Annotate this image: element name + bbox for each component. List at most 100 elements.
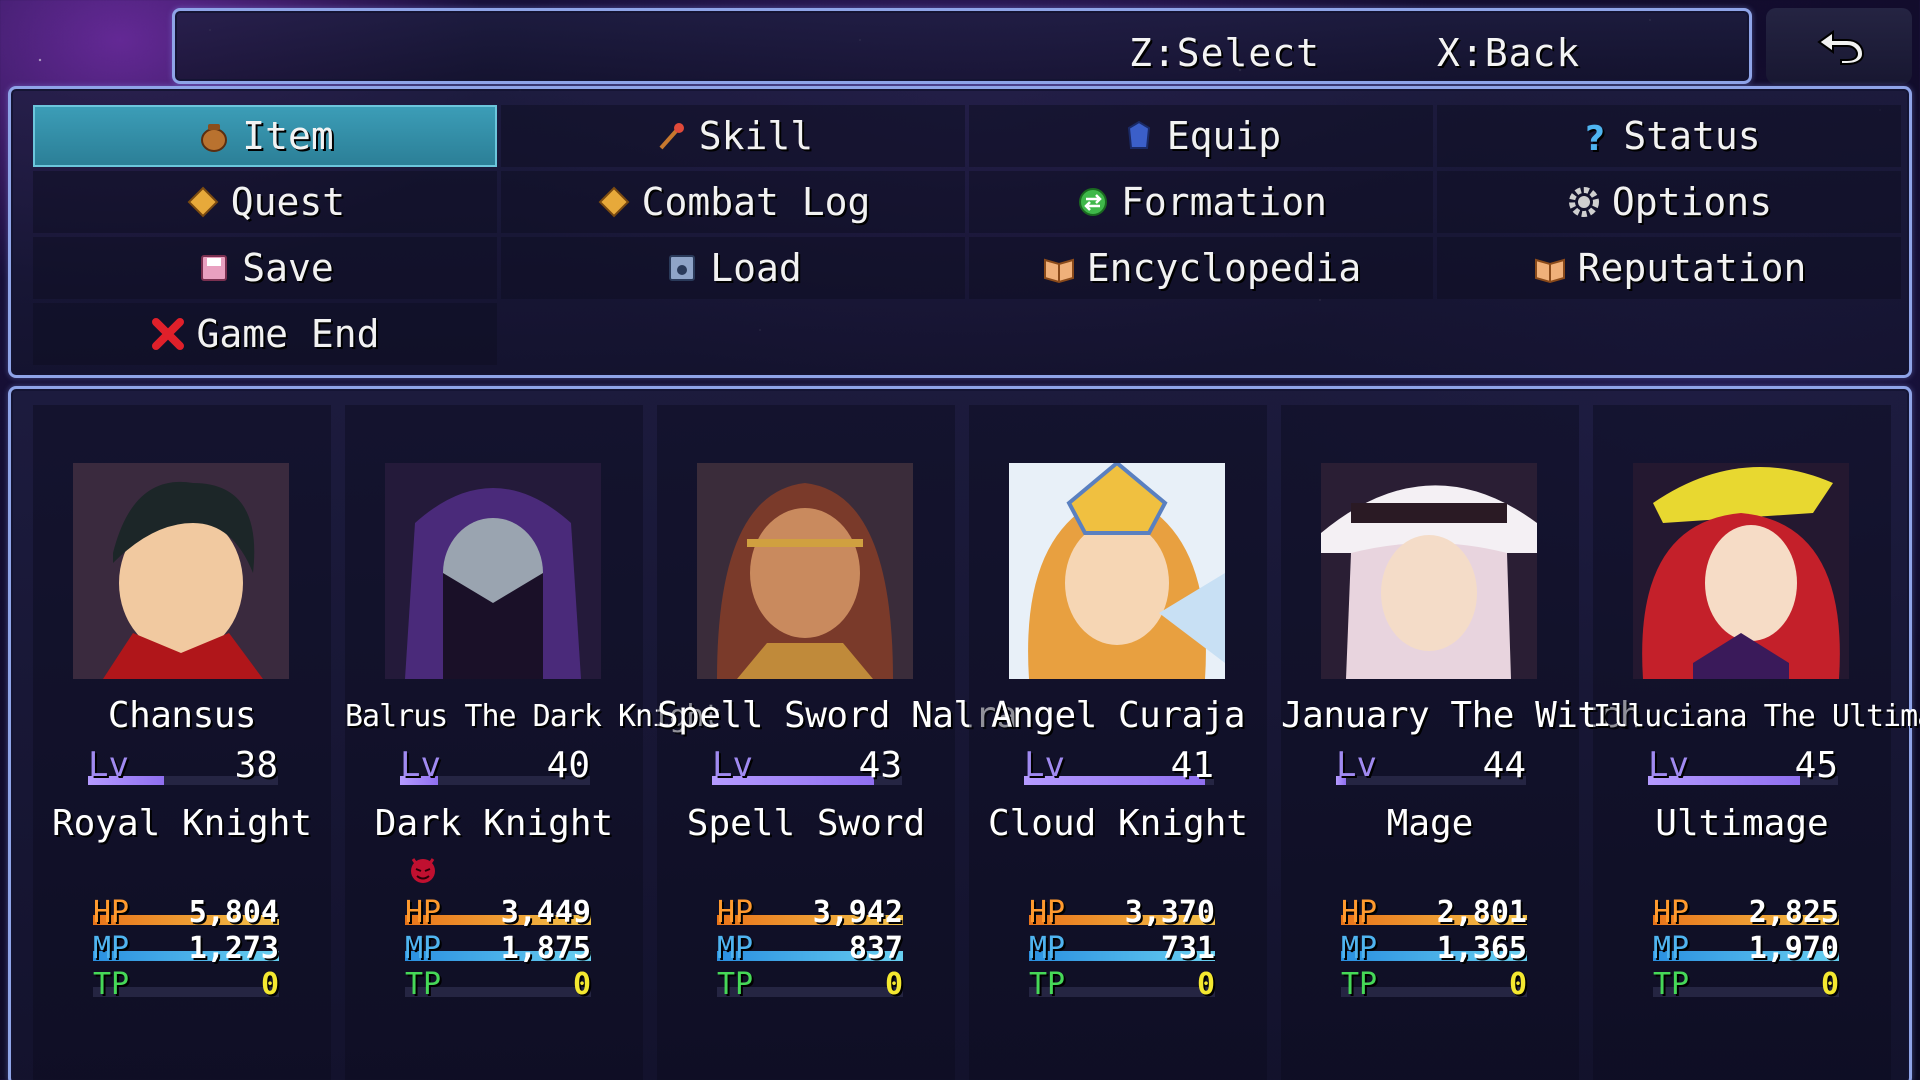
level-value: 43 bbox=[858, 745, 902, 786]
gear-icon bbox=[1568, 187, 1599, 217]
party-member-card[interactable]: January The Witch Lv 44 Mage HP 2,801 MP… bbox=[1281, 405, 1641, 1080]
command-item[interactable]: Item bbox=[33, 105, 497, 167]
tp-gauge: TP 0 bbox=[1341, 967, 1527, 1002]
diamond-icon bbox=[598, 186, 630, 218]
command-label: Options bbox=[1611, 180, 1773, 224]
swap-icon bbox=[1079, 188, 1108, 216]
command-label: Skill bbox=[698, 114, 814, 158]
command-label: Load bbox=[710, 246, 802, 290]
tp-value: 0 bbox=[572, 967, 591, 1002]
command-list: Item Skill Equip? Status Quest Combat Log Form… bbox=[33, 105, 1901, 365]
question-icon: ? bbox=[1585, 119, 1605, 154]
hp-value: 2,801 bbox=[1436, 895, 1527, 930]
character-class: Spell Sword bbox=[686, 803, 926, 844]
command-skill[interactable]: Skill bbox=[501, 105, 965, 167]
character-name: Illuciana The Ultimage bbox=[1593, 699, 1920, 734]
level-value: 38 bbox=[234, 745, 278, 786]
character-portrait bbox=[1633, 463, 1849, 679]
party-member-card[interactable]: Spell Sword Nalra Lv 43 Spell Sword HP 3… bbox=[657, 405, 1017, 1080]
command-label: Item bbox=[242, 114, 334, 158]
tp-label: TP bbox=[93, 967, 130, 1002]
command-label: Encyclopedia bbox=[1086, 246, 1362, 290]
state-icons bbox=[405, 851, 441, 887]
command-label: Equip bbox=[1166, 114, 1282, 158]
hp-value: 3,370 bbox=[1124, 895, 1215, 930]
mp-value: 731 bbox=[1160, 931, 1215, 966]
back-button[interactable] bbox=[1766, 8, 1912, 84]
character-class: Royal Knight bbox=[51, 803, 313, 844]
hp-gauge: HP 3,370 bbox=[1029, 895, 1215, 930]
character-name: January The Witch bbox=[1281, 695, 1641, 736]
mp-gauge: MP 1,365 bbox=[1341, 931, 1527, 966]
tp-label: TP bbox=[1341, 967, 1378, 1002]
pouch-icon bbox=[201, 124, 228, 152]
hp-gauge: HP 3,449 bbox=[405, 895, 591, 930]
command-game-end[interactable]: Game End bbox=[33, 303, 497, 365]
level-value: 44 bbox=[1482, 745, 1526, 786]
mp-value: 1,970 bbox=[1748, 931, 1839, 966]
command-label: Reputation bbox=[1577, 246, 1807, 290]
party-member-card[interactable]: Angel Curaja Lv 41 Cloud Knight HP 3,370… bbox=[969, 405, 1267, 1080]
hp-gauge: HP 2,801 bbox=[1341, 895, 1527, 930]
party-member-card[interactable]: Illuciana The Ultimage Lv 45 Ultimage HP… bbox=[1593, 405, 1920, 1080]
level-row: Lv 43 bbox=[712, 743, 902, 789]
hp-value: 2,825 bbox=[1748, 895, 1839, 930]
mp-gauge: MP 731 bbox=[1029, 931, 1215, 966]
hp-label: HP bbox=[1341, 895, 1378, 930]
tp-label: TP bbox=[1653, 967, 1690, 1002]
tp-value: 0 bbox=[260, 967, 279, 1002]
command-label: Save bbox=[242, 246, 334, 290]
tp-label: TP bbox=[1029, 967, 1066, 1002]
character-class: Cloud Knight bbox=[987, 803, 1249, 844]
mp-label: MP bbox=[1653, 931, 1690, 966]
hp-label: HP bbox=[405, 895, 442, 930]
character-class: Ultimage bbox=[1655, 803, 1829, 844]
party-member-card[interactable]: Balrus The Dark Knight Lv 40 Dark Knight… bbox=[345, 405, 721, 1080]
disk-icon bbox=[669, 255, 696, 281]
command-formation[interactable]: Formation bbox=[969, 171, 1433, 233]
command-label: Combat Log bbox=[641, 180, 871, 224]
level-value: 40 bbox=[546, 745, 590, 786]
devil-face-icon bbox=[411, 858, 435, 883]
mp-gauge: MP 837 bbox=[717, 931, 903, 966]
character-name: Angel Curaja bbox=[990, 695, 1246, 736]
hp-label: HP bbox=[1029, 895, 1066, 930]
level-label: Lv bbox=[1024, 745, 1065, 785]
command-combat-log[interactable]: Combat Log bbox=[501, 171, 965, 233]
character-name: Chansus bbox=[107, 695, 257, 736]
wand-icon bbox=[659, 123, 684, 150]
character-name: Balrus The Dark Knight bbox=[345, 699, 721, 734]
command-label: Status bbox=[1623, 114, 1761, 158]
level-row: Lv 45 bbox=[1648, 743, 1838, 789]
level-label: Lv bbox=[400, 745, 441, 785]
command-equip[interactable]: Equip bbox=[969, 105, 1433, 167]
command-load[interactable]: Load bbox=[501, 237, 965, 299]
armor-icon bbox=[1127, 120, 1150, 149]
level-row: Lv 41 bbox=[1024, 743, 1214, 789]
command-status[interactable]: ? Status bbox=[1437, 105, 1901, 167]
command-label: Formation bbox=[1121, 180, 1327, 224]
diamond-icon bbox=[187, 186, 219, 218]
tp-gauge: TP 0 bbox=[93, 967, 279, 1002]
command-quest[interactable]: Quest bbox=[33, 171, 497, 233]
party-member-card[interactable]: Chansus Lv 38 Royal Knight HP 5,804 MP 1… bbox=[33, 405, 331, 1080]
command-options[interactable]: Options bbox=[1437, 171, 1901, 233]
tp-label: TP bbox=[405, 967, 442, 1002]
mp-gauge: MP 1,875 bbox=[405, 931, 591, 966]
hp-gauge: HP 5,804 bbox=[93, 895, 279, 930]
command-encyclopedia[interactable]: Encyclopedia bbox=[969, 237, 1433, 299]
command-reputation[interactable]: Reputation bbox=[1437, 237, 1901, 299]
tp-gauge: TP 0 bbox=[717, 967, 903, 1002]
tp-value: 0 bbox=[884, 967, 903, 1002]
main-menu-window: Item Skill Equip? Status Quest Combat Log Form… bbox=[8, 86, 1912, 378]
command-save[interactable]: Save bbox=[33, 237, 497, 299]
hp-label: HP bbox=[93, 895, 130, 930]
hp-value: 3,942 bbox=[812, 895, 903, 930]
mp-label: MP bbox=[93, 931, 130, 966]
level-label: Lv bbox=[1648, 745, 1689, 785]
character-portrait bbox=[1321, 463, 1537, 679]
mp-value: 1,273 bbox=[188, 931, 279, 966]
character-portrait bbox=[1009, 463, 1225, 679]
tp-label: TP bbox=[717, 967, 754, 1002]
level-row: Lv 38 bbox=[88, 743, 278, 789]
